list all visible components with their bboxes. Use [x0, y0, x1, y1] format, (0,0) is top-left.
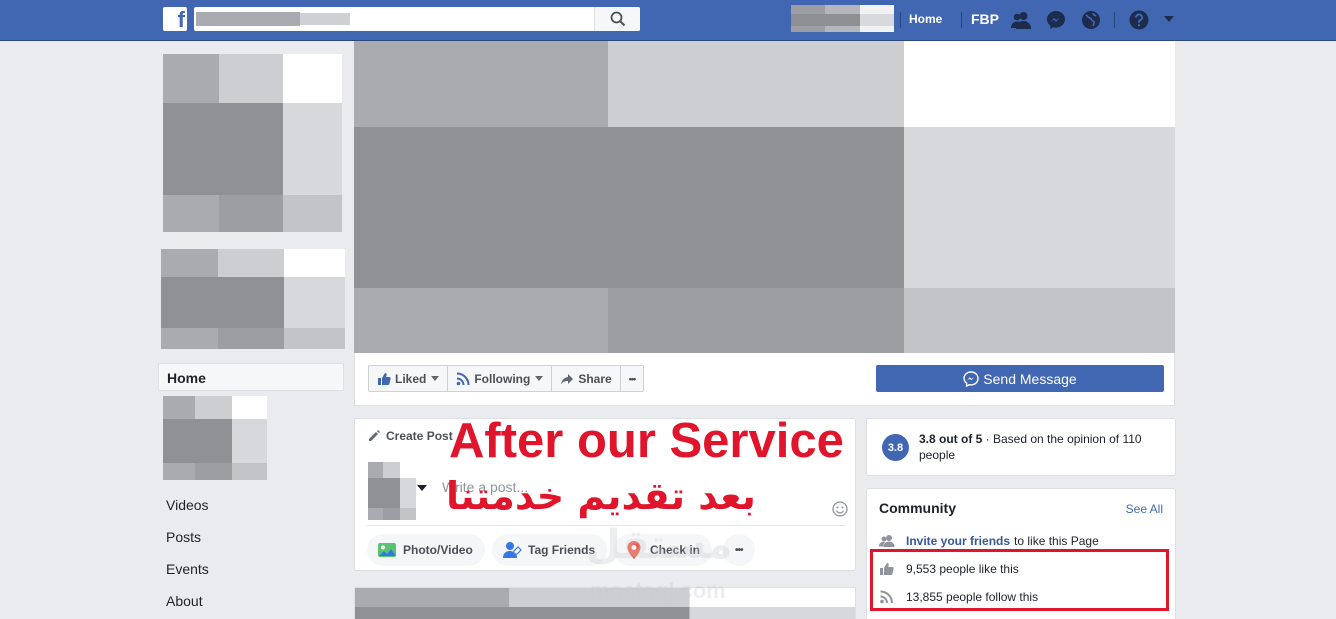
top-navigation-bar: f Home FBP: [0, 0, 1336, 41]
cover-photo-blurred[interactable]: [354, 41, 1175, 353]
friend-requests-icon[interactable]: [1010, 9, 1032, 31]
notifications-globe-icon[interactable]: [1080, 9, 1102, 31]
rating-summary: 3.8 out of 5 · Based on the opinion of 1…: [919, 432, 1142, 462]
left-nav-posts[interactable]: Posts: [166, 529, 201, 545]
invite-friends-link[interactable]: Invite your friends: [906, 534, 1010, 548]
create-post-header[interactable]: Create Post: [367, 429, 453, 443]
blurred-search-text: [196, 12, 300, 26]
messenger-icon[interactable]: [1045, 9, 1067, 31]
more-options-button[interactable]: •••: [621, 366, 643, 391]
likes-follows-highlight-frame: [870, 549, 1169, 611]
thumbs-up-icon: [378, 372, 391, 385]
emoji-icon[interactable]: [832, 501, 848, 517]
rss-follow-icon: [457, 372, 470, 385]
left-nav-home[interactable]: Home: [158, 363, 344, 391]
profile-avatar-blurred[interactable]: [791, 5, 894, 32]
facebook-logo-icon[interactable]: f: [163, 7, 187, 32]
help-icon[interactable]: [1128, 9, 1150, 31]
left-nav-about[interactable]: About: [166, 593, 203, 609]
overlay-caption-arabic: بعد تقديم خدمتنا: [446, 474, 756, 518]
nav-separator: [1114, 12, 1115, 28]
share-button[interactable]: Share: [552, 366, 621, 391]
search-icon: [610, 11, 626, 27]
page-rating-card: 3.8 3.8 out of 5 · Based on the opinion …: [866, 418, 1176, 476]
search-input[interactable]: [194, 7, 640, 31]
invite-friends-row: Invite your friends to like this Page: [879, 534, 1099, 548]
share-arrow-icon: [561, 373, 574, 384]
following-button[interactable]: Following: [448, 366, 553, 391]
nav-page-link[interactable]: FBP: [971, 11, 999, 27]
photo-icon: [378, 543, 396, 557]
nav-separator: [900, 12, 901, 28]
page-profile-picture-blurred[interactable]: [163, 54, 342, 232]
post-as-chevron-down-icon[interactable]: [417, 485, 427, 491]
tag-friends-icon: [503, 542, 522, 558]
left-nav-videos[interactable]: Videos: [166, 497, 209, 513]
overlay-caption-english: After our Service: [449, 414, 844, 468]
community-see-all-link[interactable]: See All: [1126, 502, 1163, 516]
nav-separator: [961, 12, 962, 28]
page-picture-blurred: [163, 396, 267, 480]
messenger-icon: [963, 370, 979, 387]
send-message-button[interactable]: Send Message: [876, 365, 1164, 392]
chevron-down-icon: [431, 376, 440, 381]
composer-avatar-blurred: [368, 462, 416, 520]
rating-score-badge: 3.8: [882, 434, 909, 461]
pencil-icon: [369, 430, 380, 441]
page-picture-blurred: [161, 249, 345, 349]
mostaql-watermark: مستقل mostaql.com: [586, 522, 733, 603]
friends-icon: [879, 535, 895, 547]
page-action-buttons: Liked Following Share •••: [368, 365, 645, 392]
blurred-search-text: [300, 13, 350, 25]
chevron-down-icon: [535, 376, 544, 381]
search-button[interactable]: [594, 7, 640, 31]
account-menu-chevron-down-icon[interactable]: [1163, 15, 1175, 24]
liked-button[interactable]: Liked: [369, 366, 449, 391]
page-actions-bar: Liked Following Share ••• Send Message: [354, 353, 1175, 406]
nav-home-link[interactable]: Home: [909, 12, 942, 26]
photo-video-button[interactable]: Photo/Video: [367, 534, 485, 566]
community-title: Community: [879, 500, 956, 516]
left-nav-events[interactable]: Events: [166, 561, 209, 577]
